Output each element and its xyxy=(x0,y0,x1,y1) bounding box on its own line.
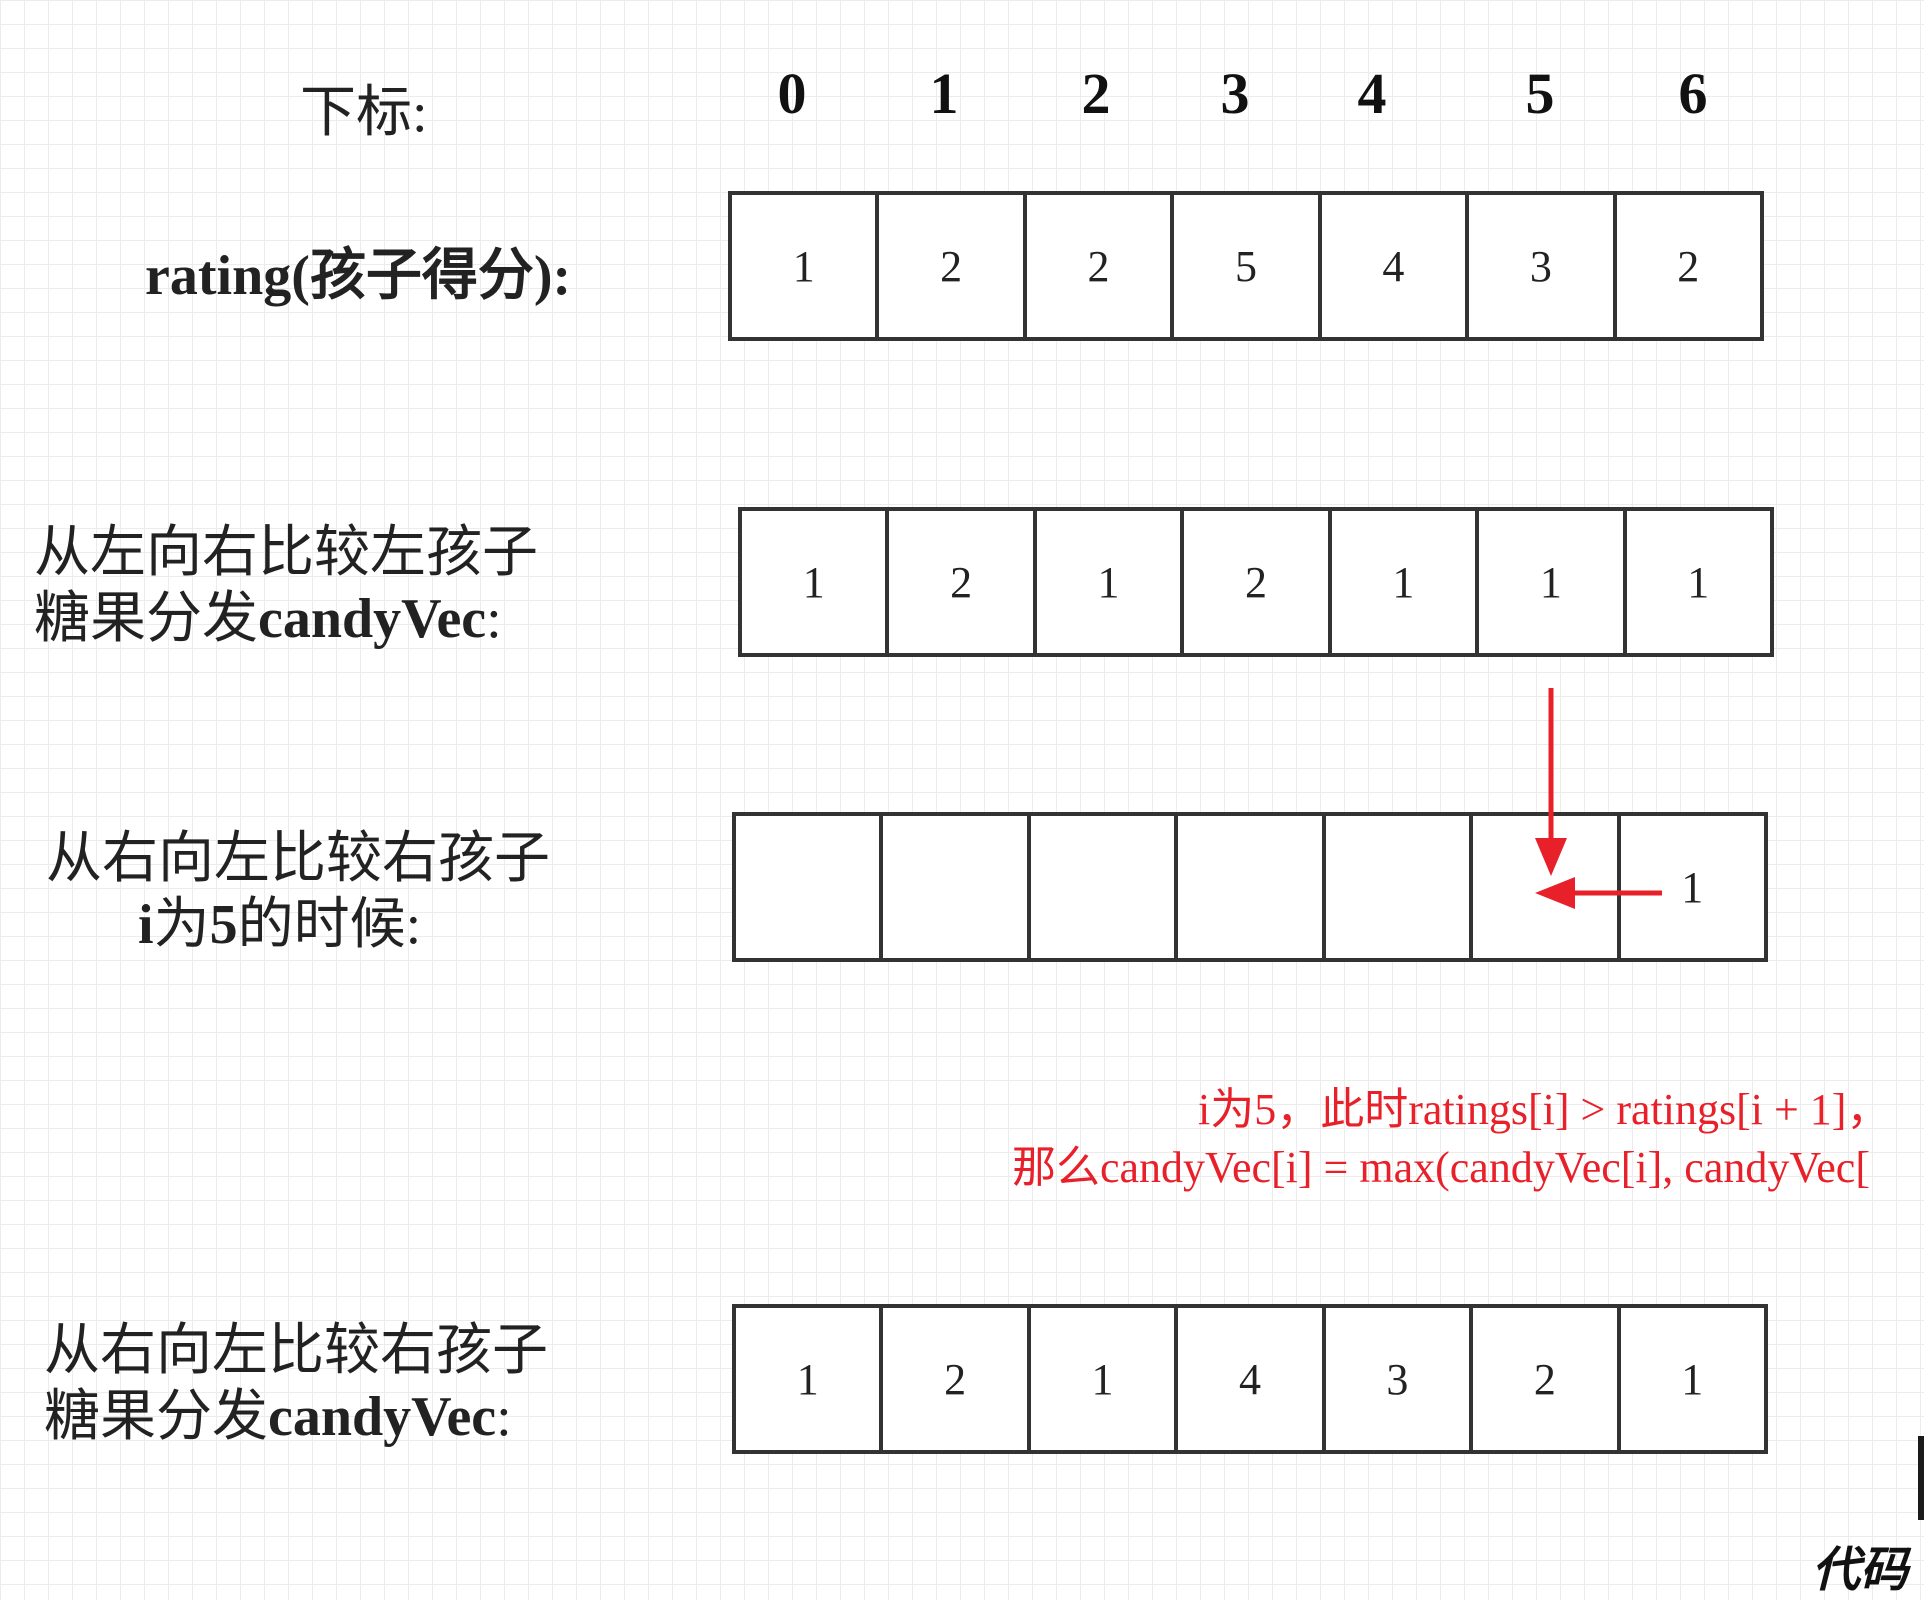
right-line2-suffix: : xyxy=(496,1386,512,1448)
right-to-left-cell: 2 xyxy=(883,1308,1031,1450)
right-to-left-cell: 2 xyxy=(1473,1308,1621,1450)
right-to-left-cell: 1 xyxy=(736,1308,884,1450)
right-line2-bold: candyVec xyxy=(268,1386,497,1448)
right-to-left-cell: 3 xyxy=(1326,1308,1474,1450)
right-to-left-label-line1: 从右向左比较右孩子 xyxy=(44,1320,548,1382)
down-arrow-icon xyxy=(1535,688,1567,876)
note-line-2: 那么candyVec[i] = max(candyVec[i], candyVe… xyxy=(1012,1143,1870,1192)
right-to-left-array: 1 2 1 4 3 2 1 xyxy=(732,1304,1768,1454)
watermark-text: 代码 xyxy=(1812,1544,1909,1597)
logo-bar xyxy=(1918,1436,1924,1520)
right-to-left-label: 从右向左比较右孩子 糖果分发candyVec: xyxy=(44,1318,548,1450)
right-to-left-cell: 1 xyxy=(1681,1354,1704,1404)
left-arrow-icon xyxy=(1535,877,1662,909)
right-to-left-cell: 1 xyxy=(1031,1308,1179,1450)
right-to-left-cell: 4 xyxy=(1178,1308,1326,1450)
note-line-1: i为5，此时ratings[i] > ratings[i + 1]， xyxy=(1198,1085,1891,1134)
right-to-left-label-line2: 糖果分发candyVec: xyxy=(44,1384,548,1450)
right-line2-prefix: 糖果分发 xyxy=(44,1386,268,1448)
